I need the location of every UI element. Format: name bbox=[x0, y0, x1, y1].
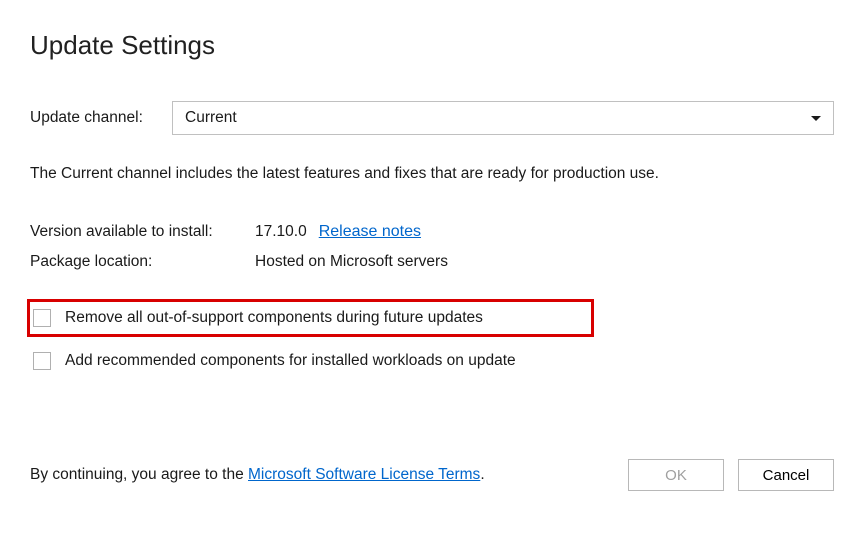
update-channel-value: Current bbox=[185, 109, 237, 127]
remove-oos-label: Remove all out-of-support components dur… bbox=[65, 309, 483, 327]
add-recommended-checkbox[interactable] bbox=[33, 352, 51, 370]
channel-description: The Current channel includes the latest … bbox=[30, 165, 834, 183]
footer: By continuing, you agree to the Microsof… bbox=[30, 459, 834, 491]
button-group: OK Cancel bbox=[628, 459, 834, 491]
page-title: Update Settings bbox=[30, 30, 834, 61]
info-table: Version available to install: 17.10.0 Re… bbox=[30, 223, 834, 271]
license-terms-link[interactable]: Microsoft Software License Terms bbox=[248, 466, 480, 483]
package-label: Package location: bbox=[30, 253, 255, 271]
remove-oos-checkbox[interactable] bbox=[33, 309, 51, 327]
cancel-button[interactable]: Cancel bbox=[738, 459, 834, 491]
version-row: Version available to install: 17.10.0 Re… bbox=[30, 223, 834, 241]
remove-oos-row: Remove all out-of-support components dur… bbox=[27, 299, 594, 337]
version-label: Version available to install: bbox=[30, 223, 255, 241]
license-prefix: By continuing, you agree to the bbox=[30, 466, 248, 483]
add-recommended-label: Add recommended components for installed… bbox=[65, 352, 516, 370]
package-row: Package location: Hosted on Microsoft se… bbox=[30, 253, 834, 271]
update-channel-dropdown[interactable]: Current bbox=[172, 101, 834, 135]
license-text: By continuing, you agree to the Microsof… bbox=[30, 466, 485, 484]
version-value: 17.10.0 bbox=[255, 223, 307, 241]
update-channel-row: Update channel: Current bbox=[30, 101, 834, 135]
license-suffix: . bbox=[480, 466, 484, 483]
chevron-down-icon bbox=[811, 116, 821, 121]
update-channel-label: Update channel: bbox=[30, 109, 172, 127]
add-recommended-row: Add recommended components for installed… bbox=[30, 349, 834, 373]
ok-button[interactable]: OK bbox=[628, 459, 724, 491]
release-notes-link[interactable]: Release notes bbox=[319, 223, 421, 241]
package-value: Hosted on Microsoft servers bbox=[255, 253, 448, 271]
